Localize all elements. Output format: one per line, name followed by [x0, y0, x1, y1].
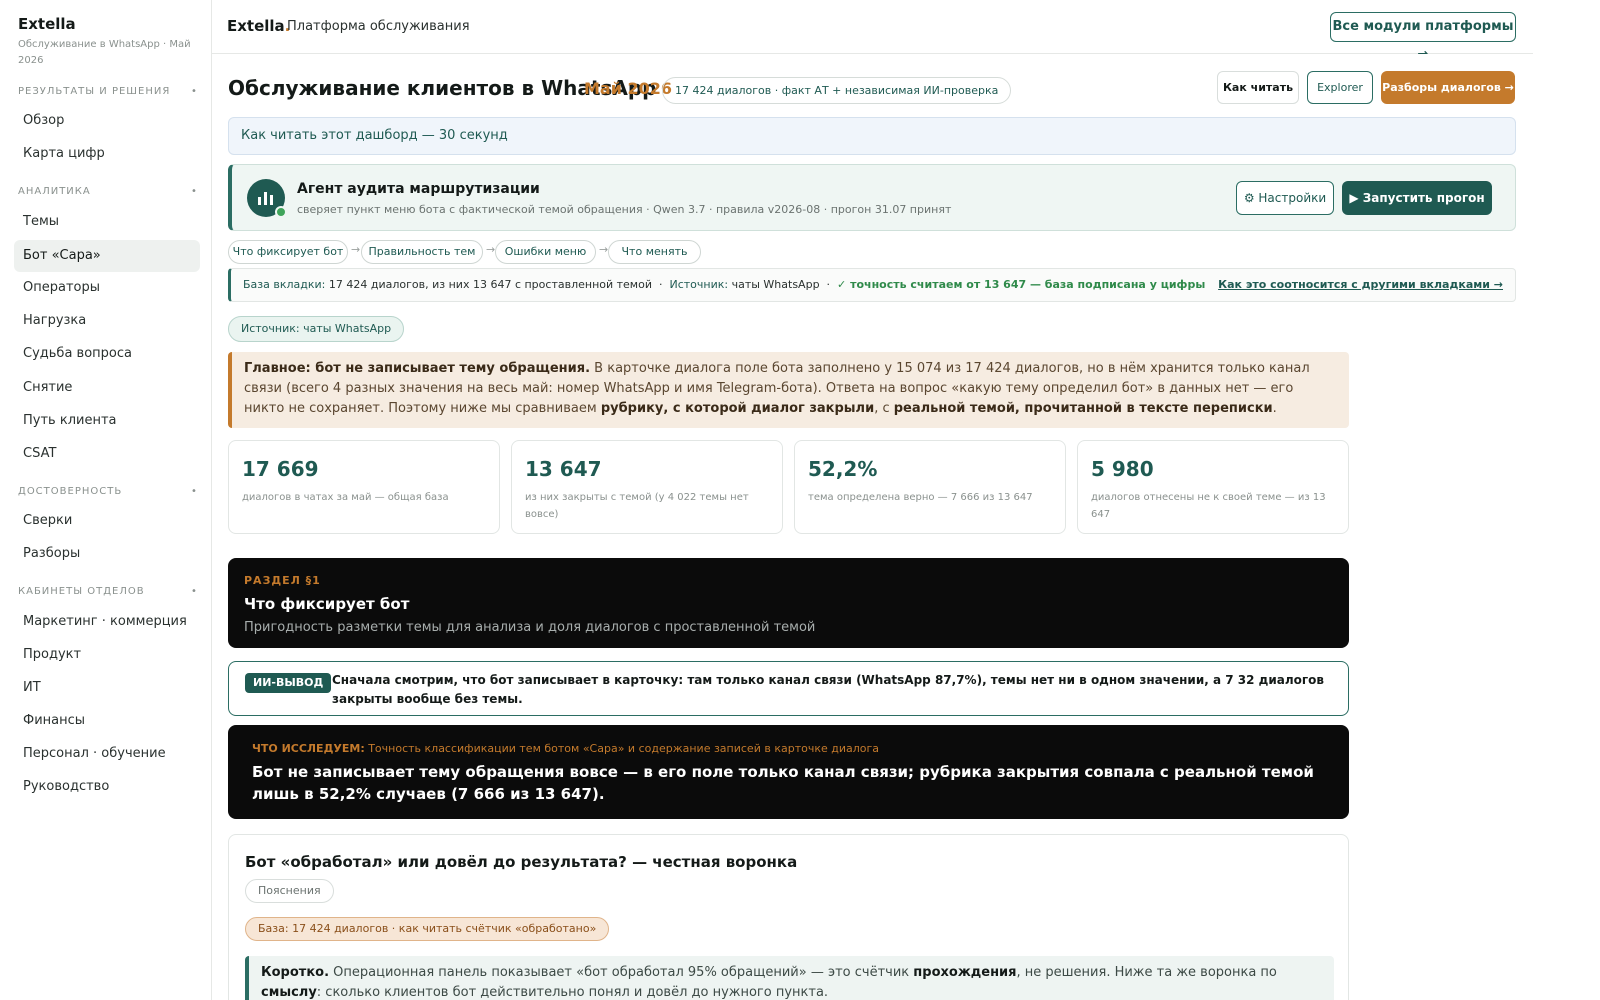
sidebar-item-reviews[interactable]: Разборы: [14, 538, 200, 570]
explanations-button[interactable]: Пояснения: [245, 879, 334, 903]
sidebar-item-management[interactable]: Руководство: [14, 771, 200, 803]
main-content: Обслуживание клиентов в WhatsApp Май 202…: [212, 54, 1533, 1000]
bar-chart-icon: [247, 179, 287, 218]
sidebar-brand-subtitle: Обслуживание в WhatsApp · Май 2026: [18, 39, 191, 66]
all-modules-button[interactable]: Все модули платформы →: [1330, 12, 1516, 62]
funnel-card: Бот «обработал» или довёл до результата?…: [228, 834, 1349, 1000]
arrow-right-icon: →: [486, 243, 496, 256]
kpi-card-with-topic: 13 647 из них закрыты с темой (у 4 022 т…: [511, 440, 783, 534]
how-to-read-button[interactable]: Как читать: [1217, 71, 1299, 104]
collapse-dot-icon[interactable]: •: [191, 186, 197, 197]
platform-title: Платформа обслуживания: [287, 19, 470, 34]
settings-button[interactable]: ⚙ Настройки: [1236, 181, 1334, 215]
explorer-button[interactable]: Explorer: [1307, 71, 1373, 104]
sidebar-item-marketing[interactable]: Маркетинг · коммерция: [14, 606, 200, 638]
ai-conclusion: ИИ-ВЫВОД Сначала смотрим, что бот записы…: [228, 661, 1349, 716]
sidebar: Extella Обслуживание в WhatsApp · Май 20…: [0, 0, 212, 1000]
page-month: Май 2026: [584, 79, 673, 98]
top-bar: Extella. Платформа обслуживания Все моду…: [212, 0, 1533, 62]
step-tab-what-bot-records[interactable]: Что фиксирует бот: [228, 240, 348, 264]
sidebar-section-results[interactable]: РЕЗУЛЬТАТЫ И РЕШЕНИЯ: [18, 86, 170, 97]
sidebar-section-analytics[interactable]: АНАЛИТИКА: [18, 186, 91, 197]
howto-banner[interactable]: Как читать этот дашборд — 30 секунд: [228, 117, 1516, 155]
sidebar-brand: Extella: [18, 15, 76, 33]
dialogs-count-badge: 17 424 диалогов · факт АТ + независимая …: [662, 77, 1012, 104]
run-button[interactable]: ▶ Запустить прогон: [1342, 181, 1492, 215]
research-finding: Бот не записывает тему обращения вовсе —…: [252, 763, 1314, 803]
step-tab-menu-errors[interactable]: Ошибки меню: [495, 240, 596, 264]
arrow-right-icon: →: [599, 243, 609, 256]
sidebar-section-reliability[interactable]: ДОСТОВЕРНОСТЬ: [18, 486, 122, 497]
sidebar-item-it[interactable]: ИТ: [14, 672, 200, 704]
sidebar-item-operators[interactable]: Операторы: [14, 272, 200, 304]
tabs-relation-link[interactable]: Как это соотносится с другими вкладками …: [1218, 269, 1503, 301]
step-tab-what-to-change[interactable]: Что менять: [608, 240, 701, 264]
sidebar-item-csat[interactable]: CSAT: [14, 438, 200, 470]
sidebar-item-overview[interactable]: Обзор: [14, 105, 200, 137]
kpi-card-total-dialogs: 17 669 диалогов в чатах за май — общая б…: [228, 440, 500, 534]
collapse-dot-icon[interactable]: •: [191, 586, 197, 597]
sidebar-item-removal[interactable]: Снятие: [14, 372, 200, 404]
sidebar-item-reconciliations[interactable]: Сверки: [14, 505, 200, 537]
collapse-dot-icon[interactable]: •: [191, 86, 197, 97]
sidebar-item-load[interactable]: Нагрузка: [14, 305, 200, 337]
base-info-bar: База вкладки: 17 424 диалогов, из них 13…: [228, 268, 1516, 302]
arrow-right-icon: →: [351, 243, 361, 256]
key-finding-note: Главное: бот не записывает тему обращени…: [228, 352, 1349, 428]
funnel-summary: Коротко. Операционная панель показывает …: [245, 956, 1334, 1000]
agent-panel: Агент аудита маршрутизации сверяет пункт…: [228, 164, 1516, 231]
sidebar-item-topics[interactable]: Темы: [14, 206, 200, 238]
kpi-card-misclassified: 5 980 диалогов отнесены не к своей теме …: [1077, 440, 1349, 534]
sidebar-item-finance[interactable]: Финансы: [14, 705, 200, 737]
collapse-dot-icon[interactable]: •: [191, 486, 197, 497]
sidebar-section-departments[interactable]: КАБИНЕТЫ ОТДЕЛОВ: [18, 586, 145, 597]
step-tab-topic-correctness[interactable]: Правильность тем: [361, 240, 483, 264]
funnel-title: Бот «обработал» или довёл до результата?…: [245, 853, 798, 871]
ai-badge: ИИ-ВЫВОД: [245, 673, 332, 693]
sidebar-item-numbers-map[interactable]: Карта цифр: [14, 138, 200, 170]
section-header-1: РАЗДЕЛ §1 Что фиксирует бот Пригодность …: [228, 558, 1349, 648]
source-badge: Источник: чаты WhatsApp: [228, 316, 405, 342]
app-logo[interactable]: Extella.: [227, 17, 290, 35]
agent-subtitle: сверяет пункт меню бота с фактической те…: [297, 203, 952, 216]
sidebar-item-question-fate[interactable]: Судьба вопроса: [14, 338, 200, 370]
research-block: ЧТО ИССЛЕДУЕМ: Точность классификации те…: [228, 725, 1349, 819]
funnel-base-badge[interactable]: База: 17 424 диалогов · как читать счётч…: [245, 917, 610, 941]
page-gutter: [1533, 0, 1600, 1000]
kpi-card-accuracy: 52,2% тема определена верно — 7 666 из 1…: [794, 440, 1066, 534]
sidebar-item-product[interactable]: Продукт: [14, 639, 200, 671]
sidebar-item-personnel[interactable]: Персонал · обучение: [14, 738, 200, 770]
sidebar-item-customer-path[interactable]: Путь клиента: [14, 405, 200, 437]
sidebar-item-bot-sara[interactable]: Бот «Сара»: [14, 240, 200, 272]
status-dot-icon: [275, 206, 287, 218]
ai-conclusion-text: Сначала смотрим, что бот записывает в ка…: [332, 673, 1324, 706]
agent-title: Агент аудита маршрутизации: [297, 181, 540, 197]
dialog-reviews-button[interactable]: Разборы диалогов →: [1381, 71, 1515, 104]
